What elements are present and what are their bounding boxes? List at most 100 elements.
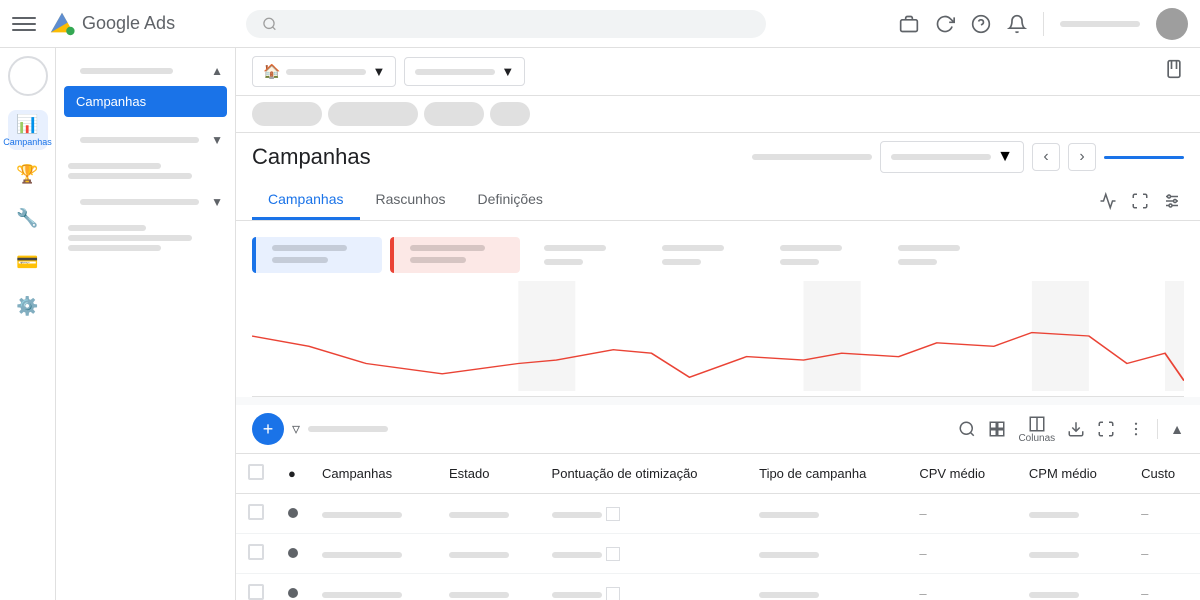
sidebar-item-goals[interactable]: 🏆 <box>8 154 48 194</box>
th-cpm[interactable]: CPM médio <box>1017 454 1129 494</box>
search-bar[interactable] <box>246 10 766 38</box>
panel-header-1[interactable]: ▲ <box>56 56 235 86</box>
dropdown-arrow-2: ▼ <box>501 64 514 79</box>
tab-campanhas[interactable]: Campanhas <box>252 181 360 220</box>
th-status: ● <box>276 454 310 494</box>
chevron-down-icon-1: ▼ <box>211 133 223 147</box>
nav-icons <box>899 8 1188 40</box>
table-row: – – <box>236 534 1200 574</box>
account-dropdown[interactable]: 🏠 ▼ <box>252 56 396 87</box>
panel-nav-campanhas[interactable]: Campanhas <box>64 86 227 117</box>
chart-highlight-1 <box>518 281 575 391</box>
cell-estado-2 <box>449 552 509 558</box>
metric-other-line-4a <box>898 245 960 251</box>
metric-other-line-2b <box>662 259 701 265</box>
sub-account-dropdown[interactable]: ▼ <box>404 57 525 86</box>
panel-sub-line-3 <box>68 225 146 231</box>
row-checkbox-3[interactable] <box>248 584 264 600</box>
table-header-row: ● Campanhas Estado Pontuação de otimizaç… <box>236 454 1200 494</box>
sub-pill-4[interactable] <box>490 102 530 126</box>
next-arrow[interactable]: › <box>1068 143 1096 171</box>
filter-sliders-icon[interactable] <box>1160 189 1184 213</box>
panel-sub-line-5 <box>68 245 161 251</box>
topbar-right <box>1164 59 1184 84</box>
sidebar: 📊 Campanhas 🏆 🔧 💳 ⚙️ <box>0 48 56 600</box>
cell-tipo-1 <box>759 512 819 518</box>
metric-other-line-2a <box>662 245 724 251</box>
date-dropdown-arrow: ▼ <box>997 148 1013 166</box>
status-dot-3 <box>288 588 298 598</box>
metric-card-4 <box>646 237 756 273</box>
cell-cpv-2: – <box>919 546 926 561</box>
row-checkbox-2[interactable] <box>248 544 264 560</box>
expand-icon[interactable] <box>1097 420 1115 438</box>
save-icon[interactable] <box>1164 59 1184 79</box>
metric-card-2 <box>390 237 520 273</box>
scroll-up-icon[interactable]: ▲ <box>1170 421 1184 437</box>
hamburger-menu[interactable] <box>12 12 36 36</box>
panel-sub-line-4 <box>68 235 192 241</box>
refresh-icon[interactable] <box>935 14 955 34</box>
fullscreen-icon[interactable] <box>1128 189 1152 213</box>
line-chart-icon[interactable] <box>1096 189 1120 213</box>
chart-icons <box>1096 189 1184 213</box>
briefcase-icon[interactable] <box>899 14 919 34</box>
select-all-checkbox[interactable] <box>248 464 264 480</box>
rows-icon[interactable] <box>988 420 1006 438</box>
search-toolbar-icon[interactable] <box>958 420 976 438</box>
th-custo[interactable]: Custo <box>1129 454 1200 494</box>
cell-tipo-3 <box>759 592 819 598</box>
cell-icon-3 <box>606 587 620 600</box>
th-pontuacao[interactable]: Pontuação de otimização <box>540 454 748 494</box>
panel-header-3[interactable]: ▼ <box>56 187 235 217</box>
chevron-up-icon: ▲ <box>211 64 223 78</box>
chart-highlight-2 <box>804 281 861 391</box>
sidebar-item-billing[interactable]: 💳 <box>8 242 48 282</box>
help-icon[interactable] <box>971 14 991 34</box>
tab-definicoes[interactable]: Definições <box>462 181 559 220</box>
cell-pontuacao-1 <box>552 512 602 518</box>
panel-sub-line-2 <box>68 173 192 179</box>
filter-line <box>308 426 388 432</box>
google-ads-logo-icon <box>48 10 76 38</box>
row-checkbox-1[interactable] <box>248 504 264 520</box>
prev-arrow[interactable]: ‹ <box>1032 143 1060 171</box>
download-icon[interactable] <box>1067 420 1085 438</box>
sub-pill-3[interactable] <box>424 102 484 126</box>
sidebar-item-campanhas[interactable]: 📊 Campanhas <box>8 110 48 150</box>
settings-icon: ⚙️ <box>16 296 38 317</box>
campaigns-icon: 📊 <box>16 114 38 135</box>
bell-icon[interactable] <box>1007 14 1027 34</box>
columns-icon[interactable]: Colunas <box>1018 415 1055 444</box>
status-dot-2 <box>288 548 298 558</box>
cell-cpm-3 <box>1029 592 1079 598</box>
cell-custo-2: – <box>1141 546 1148 561</box>
filter-icon[interactable]: ▿ <box>292 419 300 439</box>
chart-svg <box>252 281 1184 391</box>
tab-rascunhos[interactable]: Rascunhos <box>360 181 462 220</box>
cell-tipo-2 <box>759 552 819 558</box>
sub-pill-2[interactable] <box>328 102 418 126</box>
th-cpv[interactable]: CPV médio <box>907 454 1017 494</box>
th-campanhas[interactable]: Campanhas <box>310 454 437 494</box>
th-estado[interactable]: Estado <box>437 454 540 494</box>
table-row: – – <box>236 494 1200 534</box>
metric-other-line-1b <box>544 259 583 265</box>
date-dropdown[interactable]: ▼ <box>880 141 1024 173</box>
sub-pill-1[interactable] <box>252 102 322 126</box>
avatar[interactable] <box>1156 8 1188 40</box>
panel-header-line <box>80 68 173 74</box>
more-options-icon[interactable] <box>1127 420 1145 438</box>
add-button[interactable]: + <box>252 413 284 445</box>
search-input[interactable] <box>285 16 750 32</box>
sidebar-item-settings[interactable]: ⚙️ <box>8 286 48 326</box>
header-blue-accent <box>1104 156 1184 159</box>
tools-icon: 🔧 <box>16 208 38 229</box>
panel-header-2[interactable]: ▼ <box>56 125 235 155</box>
header-filter-line <box>752 154 872 160</box>
metric-line-1a <box>272 245 347 251</box>
th-tipo[interactable]: Tipo de campanha <box>747 454 907 494</box>
sidebar-item-tools[interactable]: 🔧 <box>8 198 48 238</box>
create-button[interactable] <box>8 56 48 96</box>
table-row: – – <box>236 574 1200 600</box>
